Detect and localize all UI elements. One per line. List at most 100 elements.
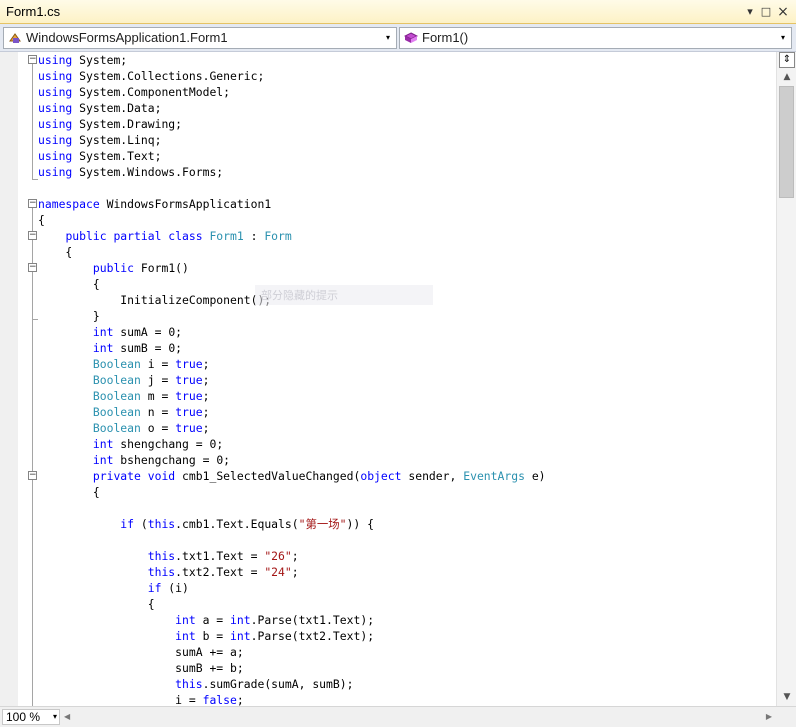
code-line[interactable] bbox=[38, 500, 776, 516]
code-token: using bbox=[38, 117, 73, 131]
chevron-down-icon[interactable]: ▾ bbox=[53, 710, 57, 724]
scroll-down-icon[interactable]: ▼ bbox=[779, 690, 795, 704]
code-line[interactable]: public partial class Form1 : Form bbox=[38, 228, 776, 244]
member-combo[interactable]: Form1() ▾ bbox=[399, 27, 792, 49]
code-line[interactable]: if (i) bbox=[38, 580, 776, 596]
code-token: Form1 bbox=[209, 229, 244, 243]
code-token: sumA = 0; bbox=[113, 325, 183, 339]
code-line[interactable]: sumA += a; bbox=[38, 644, 776, 660]
code-line[interactable]: Boolean n = true; bbox=[38, 404, 776, 420]
code-token: (i) bbox=[161, 581, 189, 595]
code-line[interactable] bbox=[38, 180, 776, 196]
code-line[interactable]: using System.ComponentModel; bbox=[38, 84, 776, 100]
code-line[interactable]: this.sumGrade(sumA, sumB); bbox=[38, 676, 776, 692]
code-line[interactable]: Boolean j = true; bbox=[38, 372, 776, 388]
ghost-hint: 部分隐藏的提示 bbox=[255, 285, 433, 305]
code-line[interactable]: using System.Windows.Forms; bbox=[38, 164, 776, 180]
close-icon[interactable]: × bbox=[775, 4, 791, 20]
code-editor[interactable]: − − − − − using System; using System.Coll… bbox=[0, 52, 776, 706]
code-token: true bbox=[175, 389, 203, 403]
code-line[interactable]: } bbox=[38, 308, 776, 324]
code-line[interactable]: int a = int.Parse(txt1.Text); bbox=[38, 612, 776, 628]
code-line[interactable]: public Form1() bbox=[38, 260, 776, 276]
class-combo[interactable]: WindowsFormsApplication1.Form1 ▾ bbox=[3, 27, 397, 49]
scroll-right-icon[interactable]: ▶ bbox=[766, 709, 772, 725]
code-line[interactable]: Boolean m = true; bbox=[38, 388, 776, 404]
zoom-value: 100 % bbox=[6, 710, 41, 724]
outline-line bbox=[32, 64, 33, 180]
code-token: ; bbox=[202, 405, 210, 419]
code-line[interactable]: using System; bbox=[38, 52, 776, 68]
chevron-down-icon[interactable]: ▾ bbox=[382, 30, 394, 46]
scroll-up-icon[interactable]: ▲ bbox=[779, 70, 795, 84]
code-token: Boolean bbox=[92, 421, 141, 435]
code-text[interactable]: using System; using System.Collections.Ge… bbox=[38, 52, 776, 706]
chevron-down-icon[interactable]: ▾ bbox=[777, 30, 789, 46]
code-line[interactable]: int b = int.Parse(txt2.Text); bbox=[38, 628, 776, 644]
code-line[interactable]: int shengchang = 0; bbox=[38, 436, 776, 452]
window-position-icon[interactable]: ▾ bbox=[742, 4, 758, 20]
code-line[interactable]: this.txt1.Text = "26"; bbox=[38, 548, 776, 564]
code-line[interactable]: private void cmb1_SelectedValueChanged(o… bbox=[38, 468, 776, 484]
code-line[interactable]: { bbox=[38, 596, 776, 612]
code-token: a = bbox=[195, 613, 231, 627]
scroll-left-icon[interactable]: ◀ bbox=[64, 709, 70, 725]
code-line[interactable]: int bshengchang = 0; bbox=[38, 452, 776, 468]
code-token: { bbox=[38, 597, 155, 611]
code-token: { bbox=[38, 245, 73, 259]
zoom-combo[interactable]: 100 % ▾ bbox=[2, 709, 60, 725]
code-line[interactable]: int sumB = 0; bbox=[38, 340, 776, 356]
document-tab-title: Form1.cs bbox=[6, 4, 61, 19]
code-token: this bbox=[147, 517, 176, 531]
code-token: "24" bbox=[264, 565, 292, 579]
code-line[interactable]: using System.Collections.Generic; bbox=[38, 68, 776, 84]
code-line[interactable]: i = false; bbox=[38, 692, 776, 706]
collapse-icon[interactable]: − bbox=[28, 263, 37, 272]
code-token: .sumGrade(sumA, sumB); bbox=[202, 677, 354, 691]
document-tab-bar: Form1.cs ▾ □ × bbox=[0, 0, 796, 24]
scroll-thumb[interactable] bbox=[779, 86, 794, 198]
split-handle-icon[interactable]: ⇕ bbox=[779, 52, 795, 68]
code-token: Boolean bbox=[92, 373, 141, 387]
code-line[interactable]: if (this.cmb1.Text.Equals("第一场")) { bbox=[38, 516, 776, 532]
navigation-bar: WindowsFormsApplication1.Form1 ▾ Form1()… bbox=[0, 24, 796, 52]
code-line[interactable] bbox=[38, 532, 776, 548]
code-token: "26" bbox=[264, 549, 292, 563]
code-line[interactable]: using System.Text; bbox=[38, 148, 776, 164]
code-line[interactable]: { bbox=[38, 244, 776, 260]
code-line[interactable]: Boolean o = true; bbox=[38, 420, 776, 436]
code-line[interactable]: { bbox=[38, 212, 776, 228]
code-line[interactable]: int sumA = 0; bbox=[38, 324, 776, 340]
code-line[interactable]: using System.Linq; bbox=[38, 132, 776, 148]
code-token: object bbox=[360, 469, 402, 483]
code-line[interactable]: using System.Drawing; bbox=[38, 116, 776, 132]
code-line[interactable]: namespace WindowsFormsApplication1 bbox=[38, 196, 776, 212]
code-token: "第一场" bbox=[298, 517, 347, 531]
code-token: { bbox=[38, 213, 45, 227]
code-line[interactable]: Boolean i = true; bbox=[38, 356, 776, 372]
collapse-icon[interactable]: − bbox=[28, 55, 37, 64]
vertical-scrollbar[interactable]: ⇕ ▲ ▼ bbox=[776, 52, 796, 706]
collapse-icon[interactable]: − bbox=[28, 471, 37, 480]
code-token: int bbox=[92, 453, 114, 467]
collapse-icon[interactable]: − bbox=[28, 231, 37, 240]
collapse-icon[interactable]: − bbox=[28, 199, 37, 208]
horizontal-scrollbar[interactable]: ◀ ▶ bbox=[62, 709, 776, 725]
document-tab[interactable]: Form1.cs bbox=[0, 0, 66, 24]
code-line[interactable]: this.txt2.Text = "24"; bbox=[38, 564, 776, 580]
code-line[interactable]: sumB += b; bbox=[38, 660, 776, 676]
code-token: .txt1.Text = bbox=[175, 549, 265, 563]
code-token: { bbox=[38, 485, 100, 499]
maximize-icon[interactable]: □ bbox=[758, 4, 774, 20]
code-line[interactable]: { bbox=[38, 484, 776, 500]
code-token: ; bbox=[291, 565, 299, 579]
code-line[interactable]: using System.Data; bbox=[38, 100, 776, 116]
